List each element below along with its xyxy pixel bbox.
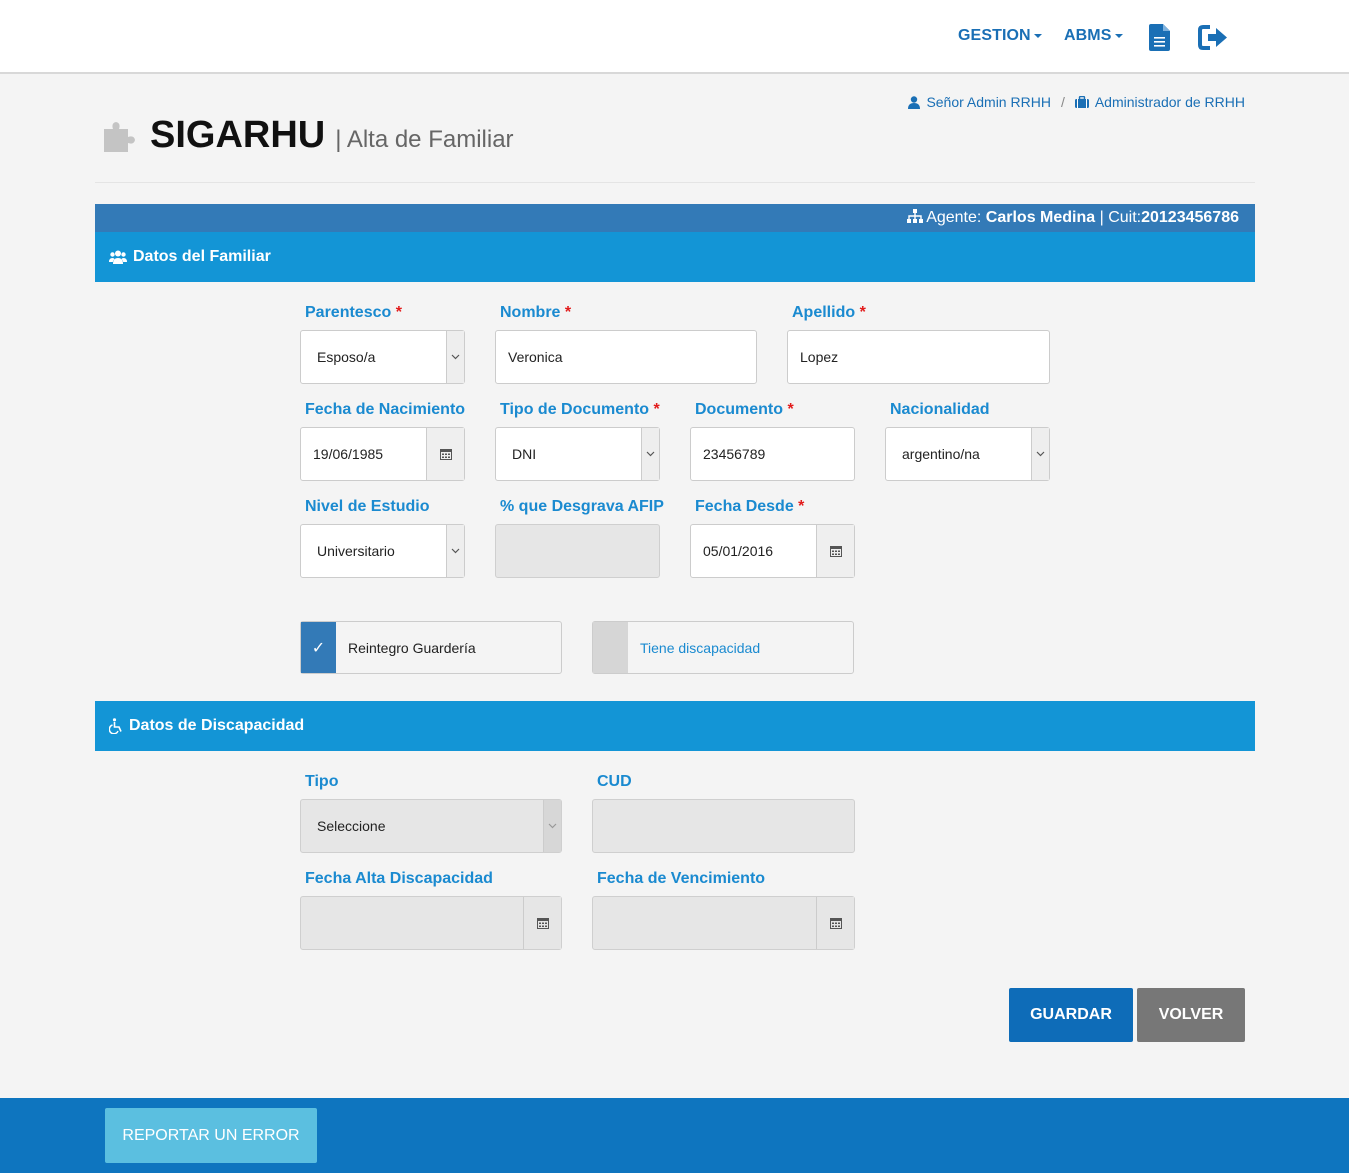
app-title: SIGARHU — [150, 114, 326, 156]
briefcase-icon — [1074, 96, 1089, 108]
nav-gestion-label: GESTION — [958, 27, 1031, 44]
document-icon[interactable] — [1149, 24, 1170, 56]
cuit-label: | Cuit: — [1099, 209, 1142, 226]
documento-value: 23456789 — [703, 446, 766, 462]
caret-down-icon — [1114, 33, 1123, 38]
page-subtitle: | Alta de Familiar — [335, 126, 514, 153]
tipo-label: Tipo — [305, 773, 339, 790]
reintegro-guarderia-checkbox[interactable]: ✓ Reintegro Guardería — [300, 621, 562, 674]
desgrava-input — [495, 524, 660, 578]
chevron-down-icon — [641, 428, 659, 480]
tipo-documento-value: DNI — [512, 446, 537, 462]
parentesco-value: Esposo/a — [317, 349, 376, 365]
sitemap-icon — [906, 209, 923, 223]
nav-gestion-dropdown[interactable]: GESTION — [958, 27, 1042, 45]
fecha-vencimiento-label: Fecha de Vencimiento — [597, 870, 766, 887]
nivel-estudio-select[interactable]: Universitario — [300, 524, 465, 578]
users-icon — [109, 250, 127, 264]
divider — [95, 182, 1255, 183]
fecha-alta-input — [300, 896, 562, 950]
volver-button[interactable]: VOLVER — [1137, 988, 1245, 1042]
parentesco-select[interactable]: Esposo/a — [300, 330, 465, 384]
checkmark-icon: ✓ — [301, 622, 336, 673]
tiene-discapacidad-label: Tiene discapacidad — [640, 639, 761, 656]
section-datos-familiar: Datos del Familiar — [95, 232, 1255, 282]
fecha-desde-label: Fecha Desde * — [695, 498, 805, 515]
calendar-icon[interactable] — [816, 525, 854, 577]
tipo-value: Seleccione — [317, 818, 386, 834]
documento-label: Documento * — [695, 401, 794, 418]
parentesco-label: Parentesco * — [305, 304, 402, 321]
fecha-nacimiento-label: Fecha de Nacimiento — [305, 401, 466, 418]
user-icon — [908, 95, 921, 109]
nombre-label: Nombre * — [500, 304, 572, 321]
fecha-nacimiento-value: 19/06/1985 — [313, 446, 384, 462]
user-name[interactable]: Señor Admin RRHH — [926, 94, 1051, 110]
apellido-value: Lopez — [800, 349, 839, 365]
section-title: Datos del Familiar — [133, 248, 271, 265]
chevron-down-icon — [446, 525, 464, 577]
reintegro-guarderia-label: Reintegro Guardería — [348, 639, 476, 656]
fecha-desde-value: 05/01/2016 — [703, 543, 774, 559]
calendar-icon — [523, 897, 561, 949]
user-breadcrumb: Señor Admin RRHH / Administrador de RRHH — [908, 94, 1245, 110]
wheelchair-icon — [109, 718, 122, 734]
nombre-input[interactable]: Veronica — [495, 330, 757, 384]
section-datos-discapacidad: Datos de Discapacidad — [95, 701, 1255, 751]
chevron-down-icon — [446, 331, 464, 383]
nacionalidad-value: argentino/na — [902, 446, 980, 462]
nav-abms-label: ABMS — [1064, 27, 1112, 44]
desgrava-label: % que Desgrava AFIP — [500, 498, 664, 515]
cud-label: CUD — [597, 773, 632, 790]
fecha-desde-input[interactable]: 05/01/2016 — [690, 524, 855, 578]
agent-name: Carlos Medina — [985, 209, 1096, 226]
calendar-icon — [816, 897, 854, 949]
agent-label: Agente: — [926, 209, 982, 226]
nacionalidad-label: Nacionalidad — [890, 401, 990, 418]
tipo-documento-label: Tipo de Documento * — [500, 401, 660, 418]
puzzle-icon — [104, 121, 135, 152]
checkbox-empty-icon — [593, 622, 628, 673]
page-header: SIGARHU | Alta de Familiar — [102, 114, 514, 157]
apellido-input[interactable]: Lopez — [787, 330, 1050, 384]
user-role[interactable]: Administrador de RRHH — [1095, 94, 1245, 110]
sign-out-icon[interactable] — [1198, 25, 1229, 55]
documento-input[interactable]: 23456789 — [690, 427, 855, 481]
nav-abms-dropdown[interactable]: ABMS — [1064, 27, 1123, 45]
cud-input — [592, 799, 855, 853]
apellido-label: Apellido * — [792, 304, 866, 321]
fecha-nacimiento-input[interactable]: 19/06/1985 — [300, 427, 465, 481]
caret-down-icon — [1033, 33, 1042, 38]
footer: REPORTAR UN ERROR — [0, 1098, 1349, 1173]
section-title: Datos de Discapacidad — [129, 717, 305, 734]
nivel-estudio-value: Universitario — [317, 543, 395, 559]
chevron-down-icon — [543, 800, 561, 852]
nacionalidad-select[interactable]: argentino/na — [885, 427, 1050, 481]
agent-cuit: 20123456786 — [1141, 209, 1239, 226]
tipo-documento-select[interactable]: DNI — [495, 427, 660, 481]
guardar-button[interactable]: GUARDAR — [1009, 988, 1133, 1042]
agent-bar: Agente: Carlos Medina | Cuit:20123456786 — [95, 204, 1255, 232]
tipo-select: Seleccione — [300, 799, 562, 853]
breadcrumb-separator: / — [1060, 94, 1065, 110]
fecha-alta-label: Fecha Alta Discapacidad — [305, 870, 493, 887]
tiene-discapacidad-checkbox[interactable]: Tiene discapacidad — [592, 621, 854, 674]
chevron-down-icon — [1031, 428, 1049, 480]
nombre-value: Veronica — [508, 349, 563, 365]
nivel-estudio-label: Nivel de Estudio — [305, 498, 430, 515]
calendar-icon[interactable] — [426, 428, 464, 480]
top-navbar: GESTION ABMS — [0, 0, 1349, 74]
reportar-error-button[interactable]: REPORTAR UN ERROR — [105, 1108, 317, 1163]
fecha-vencimiento-input — [592, 896, 855, 950]
